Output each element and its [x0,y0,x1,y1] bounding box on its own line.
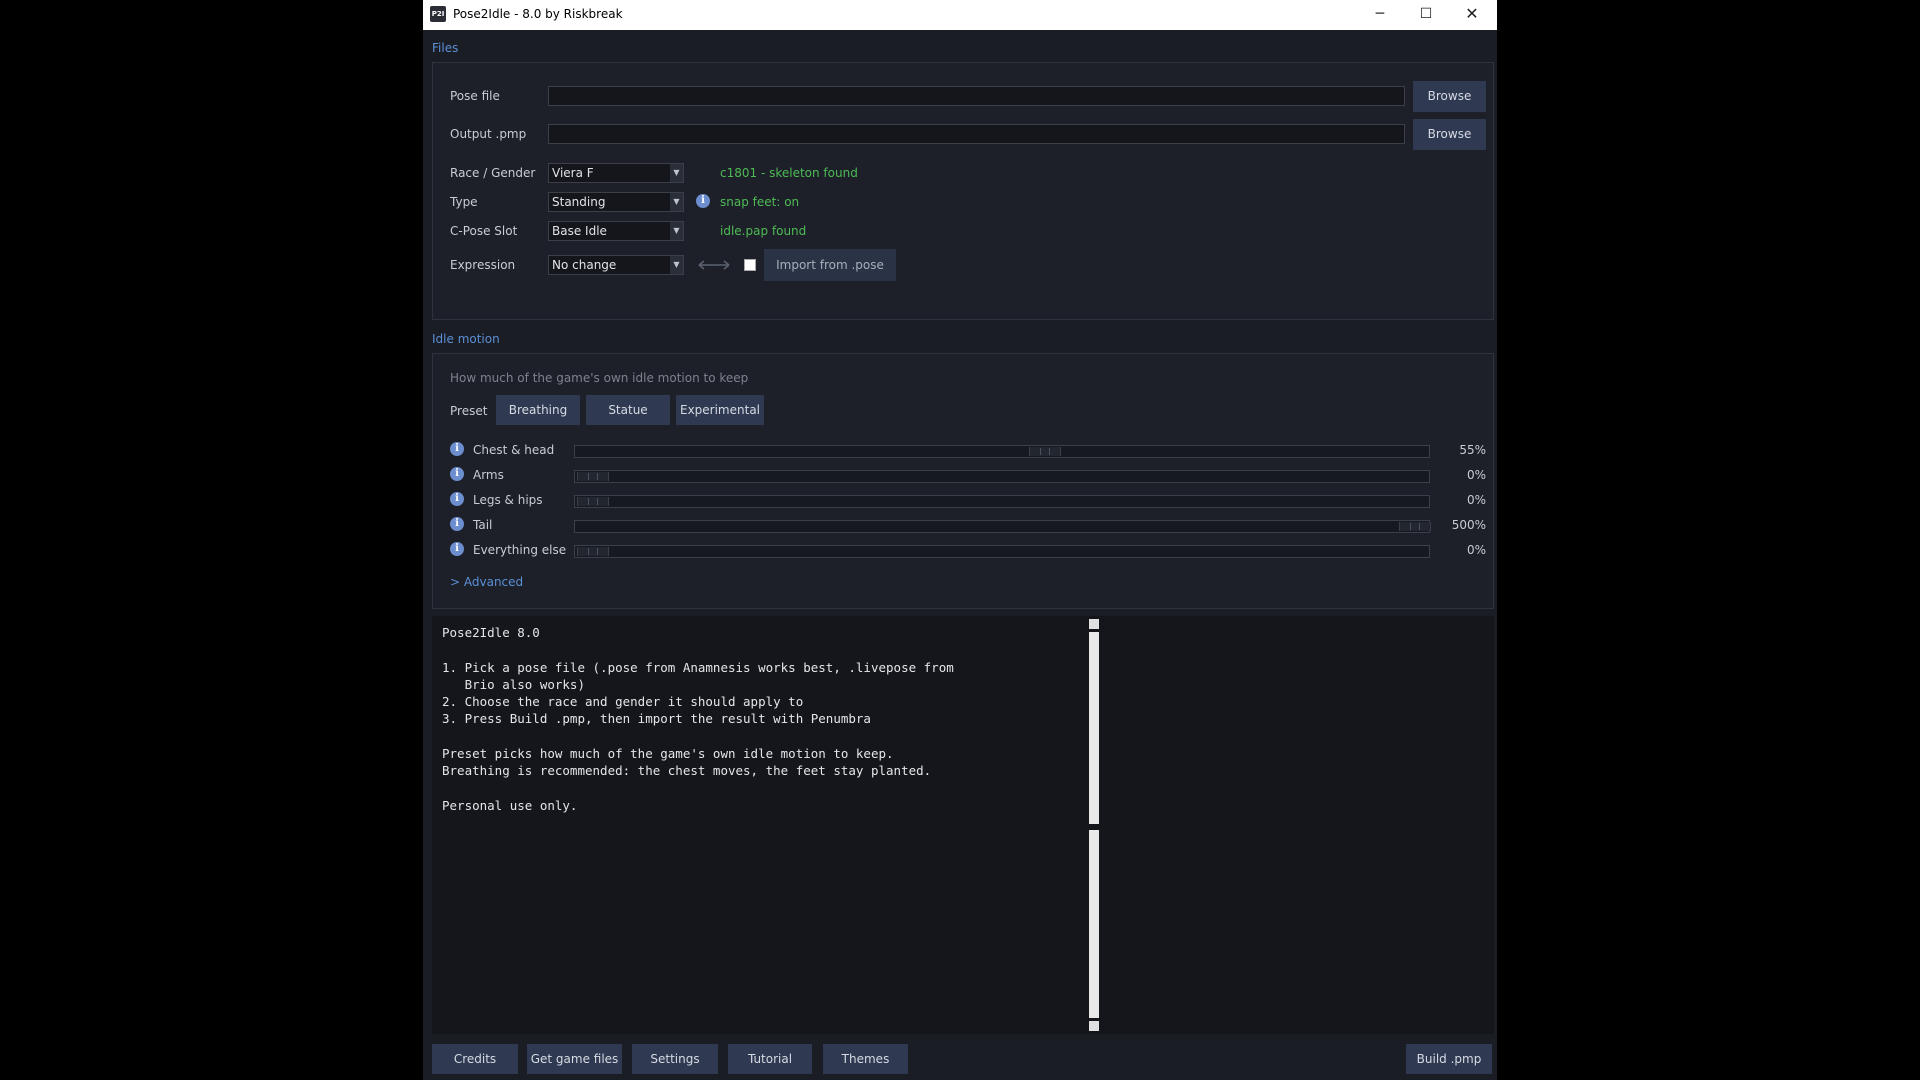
scrollbar-track[interactable] [1089,830,1099,1018]
log-scrollbar[interactable] [1088,616,1100,1034]
type-label: Type [450,195,478,209]
preset-statue-button[interactable]: Statue [586,395,670,425]
cpose-slot-value: Base Idle [552,224,607,238]
browse-output-button[interactable]: Browse [1413,119,1486,150]
slider-value: 55% [1459,443,1486,457]
title-bar: P2I Pose2Idle - 8.0 by Riskbreak ─ ☐ ✕ [423,0,1497,30]
log-panel: Pose2Idle 8.0 1. Pick a pose file (.pose… [432,616,1494,1034]
info-icon[interactable]: i [696,194,710,208]
chevron-down-icon: ▼ [670,193,683,211]
tutorial-button[interactable]: Tutorial [728,1044,812,1074]
race-gender-value: Viera F [552,166,594,180]
slider-value: 0% [1466,468,1486,482]
app-logo-icon: P2I [430,6,446,22]
slider-handle[interactable] [577,547,609,556]
scroll-down-arrow[interactable] [1089,1021,1099,1031]
info-icon[interactable]: i [450,442,464,456]
credits-button[interactable]: Credits [432,1044,518,1074]
idle-motion-section-title: Idle motion [432,332,500,346]
slider-handle[interactable] [1399,522,1431,531]
info-icon[interactable]: i [450,517,464,531]
files-group: Pose file Browse Output .pmp Browse Race… [432,62,1494,320]
slider-value: 500% [1451,518,1486,532]
build-pmp-button[interactable]: Build .pmp [1406,1044,1492,1074]
cpose-slot-label: C-Pose Slot [450,224,518,238]
files-section-title: Files [432,41,459,55]
output-pmp-label: Output .pmp [450,127,527,141]
slider-value: 0% [1466,493,1486,507]
scroll-up-arrow[interactable] [1089,619,1099,629]
swap-arrows-icon[interactable] [697,259,731,271]
slider-label: Chest & head [473,443,555,457]
output-pmp-input[interactable] [548,124,1405,144]
motion-slider[interactable] [574,520,1431,533]
slider-label: Arms [473,468,504,482]
pose-file-input[interactable] [548,86,1405,106]
chevron-down-icon: ▼ [670,256,683,274]
preset-experimental-button[interactable]: Experimental [676,395,764,425]
type-select[interactable]: Standing ▼ [548,192,684,212]
idle-motion-hint: How much of the game's own idle motion t… [450,371,749,385]
snap-feet-status: snap feet: on [720,195,800,209]
window-title: Pose2Idle - 8.0 by Riskbreak [453,7,623,21]
settings-button[interactable]: Settings [632,1044,718,1074]
import-from-pose-button[interactable]: Import from .pose [764,249,896,281]
expression-select[interactable]: No change ▼ [548,255,684,275]
slider-label: Legs & hips [473,493,543,507]
scrollbar-thumb[interactable] [1089,632,1099,824]
slider-label: Everything else [473,543,567,557]
slider-handle[interactable] [577,472,609,481]
type-value: Standing [552,195,606,209]
info-icon[interactable]: i [450,492,464,506]
preset-breathing-button[interactable]: Breathing [496,395,580,425]
motion-slider[interactable] [574,495,1430,508]
chevron-down-icon: ▼ [670,164,683,182]
advanced-toggle[interactable]: > Advanced [450,575,523,589]
slider-handle[interactable] [1029,447,1061,456]
browse-pose-button[interactable]: Browse [1413,81,1486,112]
minimize-button[interactable]: ─ [1357,0,1403,30]
idle-pap-status: idle.pap found [720,224,807,238]
cpose-slot-select[interactable]: Base Idle ▼ [548,221,684,241]
slider-handle[interactable] [577,497,609,506]
slider-value: 0% [1466,543,1486,557]
slider-label: Tail [473,518,493,532]
log-text: Pose2Idle 8.0 1. Pick a pose file (.pose… [442,625,954,813]
expression-checkbox[interactable] [744,259,756,271]
expression-label: Expression [450,258,516,272]
app-window: P2I Pose2Idle - 8.0 by Riskbreak ─ ☐ ✕ F… [423,0,1497,1080]
skeleton-status: c1801 - skeleton found [720,166,858,180]
expression-value: No change [552,258,617,272]
race-gender-label: Race / Gender [450,166,536,180]
idle-motion-group: How much of the game's own idle motion t… [432,353,1494,609]
preset-label: Preset [450,404,488,418]
motion-slider[interactable] [574,445,1430,458]
motion-slider[interactable] [574,470,1430,483]
motion-slider[interactable] [574,545,1430,558]
info-icon[interactable]: i [450,542,464,556]
pose-file-label: Pose file [450,89,500,103]
themes-button[interactable]: Themes [823,1044,908,1074]
get-game-files-button[interactable]: Get game files [527,1044,622,1074]
close-button[interactable]: ✕ [1449,0,1495,30]
info-icon[interactable]: i [450,467,464,481]
chevron-down-icon: ▼ [670,222,683,240]
maximize-button[interactable]: ☐ [1403,0,1449,30]
race-gender-select[interactable]: Viera F ▼ [548,163,684,183]
